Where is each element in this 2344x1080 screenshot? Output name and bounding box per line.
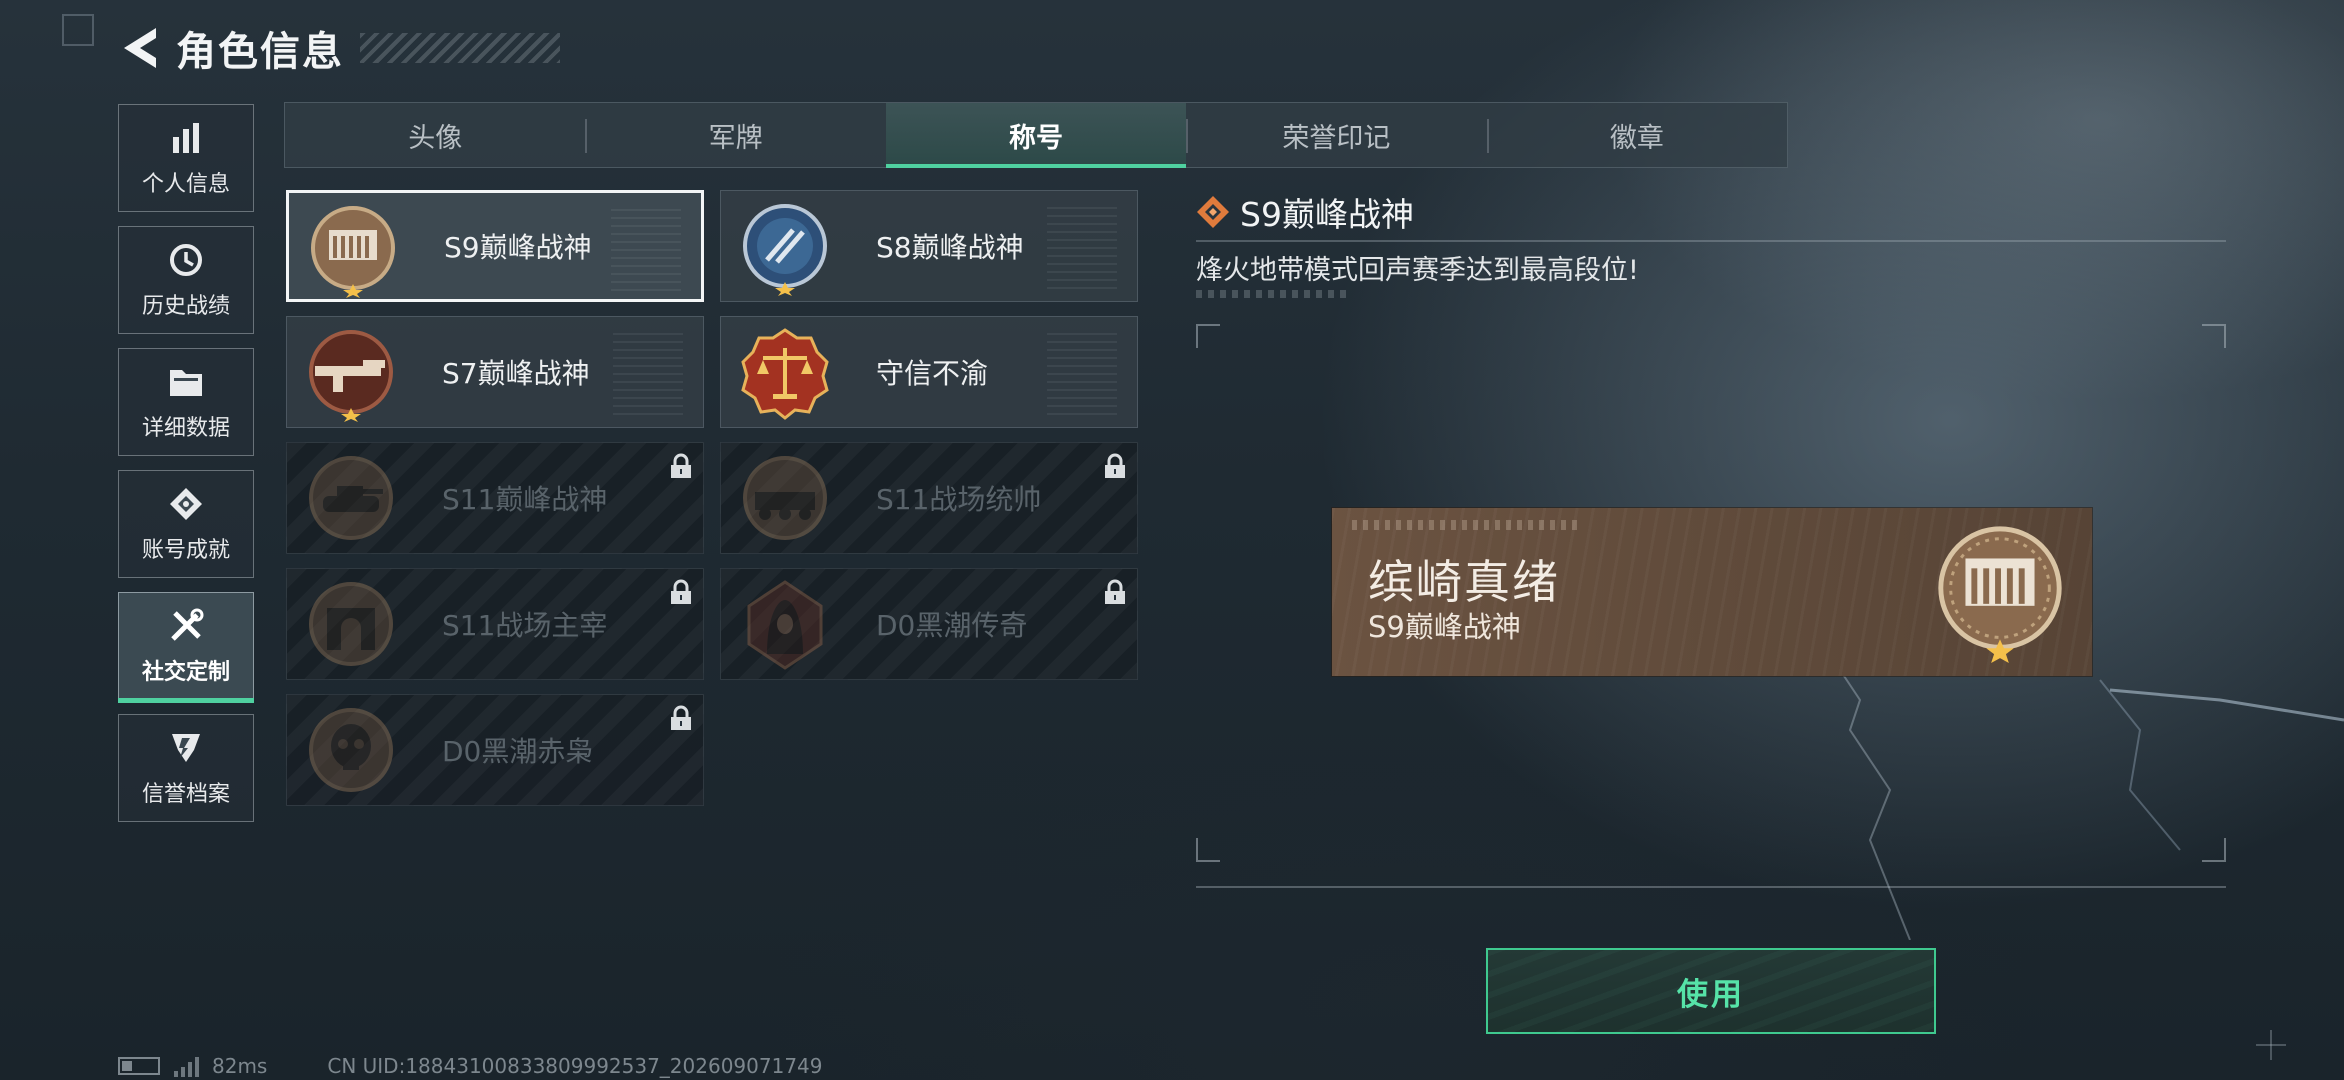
title-name: 守信不渝 [876,357,989,390]
title-card[interactable]: S7巅峰战神 [286,316,704,428]
page-title: 角色信息 [176,29,344,75]
lock-icon [671,705,691,730]
user-uid: CN UID:18843100833809992537_202609071749 [327,1054,823,1078]
credit-shield-icon [166,728,206,768]
use-button[interactable]: 使用 [1486,948,1936,1034]
title-card[interactable]: D0黑潮传奇 [720,568,1138,680]
ping-value: 82ms [212,1054,268,1078]
title-name: S11战场统帅 [876,483,1042,516]
s11-tank-emblem-icon [309,456,393,540]
lock-icon [1105,453,1125,478]
nameplate-decoration [1352,520,1582,530]
card-decoration [613,331,683,415]
tab-honor-mark[interactable]: 荣誉印记 [1186,103,1486,167]
card-decoration [1047,331,1117,415]
back-button[interactable] [118,24,162,72]
detail-header: S9巅峰战神 [1196,188,1414,236]
preview-frame-corner [1196,838,1220,862]
sidebar-item-label: 个人信息 [141,172,230,197]
title-name: S9巅峰战神 [444,231,592,264]
card-decoration [1047,205,1117,289]
s7-rifle-emblem-icon [309,330,393,422]
s11-arch-emblem-icon [309,582,393,666]
preview-frame-corner [1196,324,1220,348]
scales-emblem-icon [741,328,829,420]
lock-icon [671,579,691,604]
title-name: S8巅峰战神 [876,231,1024,264]
title-card[interactable]: S9巅峰战神 [286,190,704,302]
lightning-background [1819,640,2344,940]
sidebar-item-credit-profile[interactable]: 信誉档案 [118,714,254,822]
preview-title-name: S9巅峰战神 [1368,610,1521,644]
folder-icon [166,362,206,402]
card-decoration [611,207,681,291]
crosshair-plus-icon [2256,1030,2286,1060]
sidebar-item-label: 信誉档案 [141,782,230,807]
sidebar-item-label: 账号成就 [141,538,230,563]
title-card[interactable]: S11巅峰战神 [286,442,704,554]
tab-badge[interactable]: 徽章 [1486,103,1787,167]
title-card[interactable]: 守信不渝 [720,316,1138,428]
side-nav: 个人信息 历史战绩 详细数据 账号成就 社交定制 信誉档案 [118,104,254,836]
corner-frame-decoration [62,14,94,46]
lock-icon [1105,579,1125,604]
detail-description: 烽火地带模式回声赛季达到最高段位! [1196,255,1639,286]
clock-history-icon [166,240,206,280]
sidebar-item-achievements[interactable]: 账号成就 [118,470,254,578]
detail-title-name: S9巅峰战神 [1240,195,1414,234]
s11-apc-emblem-icon [743,456,827,540]
title-card[interactable]: S8巅峰战神 [720,190,1138,302]
battery-icon [118,1057,160,1075]
s8-blue-emblem-icon [743,204,827,296]
header-stripe-decoration [360,33,560,63]
status-bar: 82ms CN UID:18843100833809992537_2026090… [118,1054,823,1078]
sidebar-item-social-custom[interactable]: 社交定制 [118,592,254,703]
use-button-label: 使用 [1677,976,1745,1013]
lock-icon [671,453,691,478]
title-name: D0黑潮传奇 [876,609,1028,642]
preview-player-name: 缤崎真绪 [1368,555,1560,609]
sidebar-item-detailed-data[interactable]: 详细数据 [118,348,254,456]
sidebar-item-label: 历史战绩 [141,294,230,319]
title-name: S11战场主宰 [442,609,608,642]
preview-frame-corner [2202,324,2226,348]
signal-icon [174,1055,202,1077]
achievement-icon [166,484,206,524]
tab-bar: 头像 军牌 称号 荣誉印记 徽章 [284,102,1788,168]
back-arrow-icon [124,28,156,68]
tab-title[interactable]: 称号 [885,103,1187,168]
s9-fortress-emblem-icon [311,206,395,298]
title-card[interactable]: S11战场统帅 [720,442,1138,554]
title-card[interactable]: S11战场主宰 [286,568,704,680]
d0-hooded-emblem-icon [747,580,823,670]
tab-avatar[interactable]: 头像 [285,103,585,167]
title-preview-nameplate: 缤崎真绪 S9巅峰战神 [1332,508,2092,676]
d0-skull-emblem-icon [309,708,393,792]
sidebar-item-match-history[interactable]: 历史战绩 [118,226,254,334]
bar-chart-icon [166,118,206,158]
divider [1196,240,2226,242]
sidebar-item-personal-info[interactable]: 个人信息 [118,104,254,212]
title-name: S7巅峰战神 [442,357,590,390]
sidebar-item-label: 社交定制 [141,660,230,685]
sidebar-item-label: 详细数据 [141,416,230,441]
page-header: 角色信息 [118,20,560,76]
title-card[interactable]: D0黑潮赤枭 [286,694,704,806]
title-name: S11巅峰战神 [442,483,608,516]
title-diamond-icon [1197,196,1229,228]
s9-fortress-emblem-icon [1938,526,2062,664]
title-name: D0黑潮赤枭 [442,735,594,768]
description-decoration [1196,290,1346,298]
tab-dog-tag[interactable]: 军牌 [585,103,885,167]
tools-icon [166,606,206,646]
